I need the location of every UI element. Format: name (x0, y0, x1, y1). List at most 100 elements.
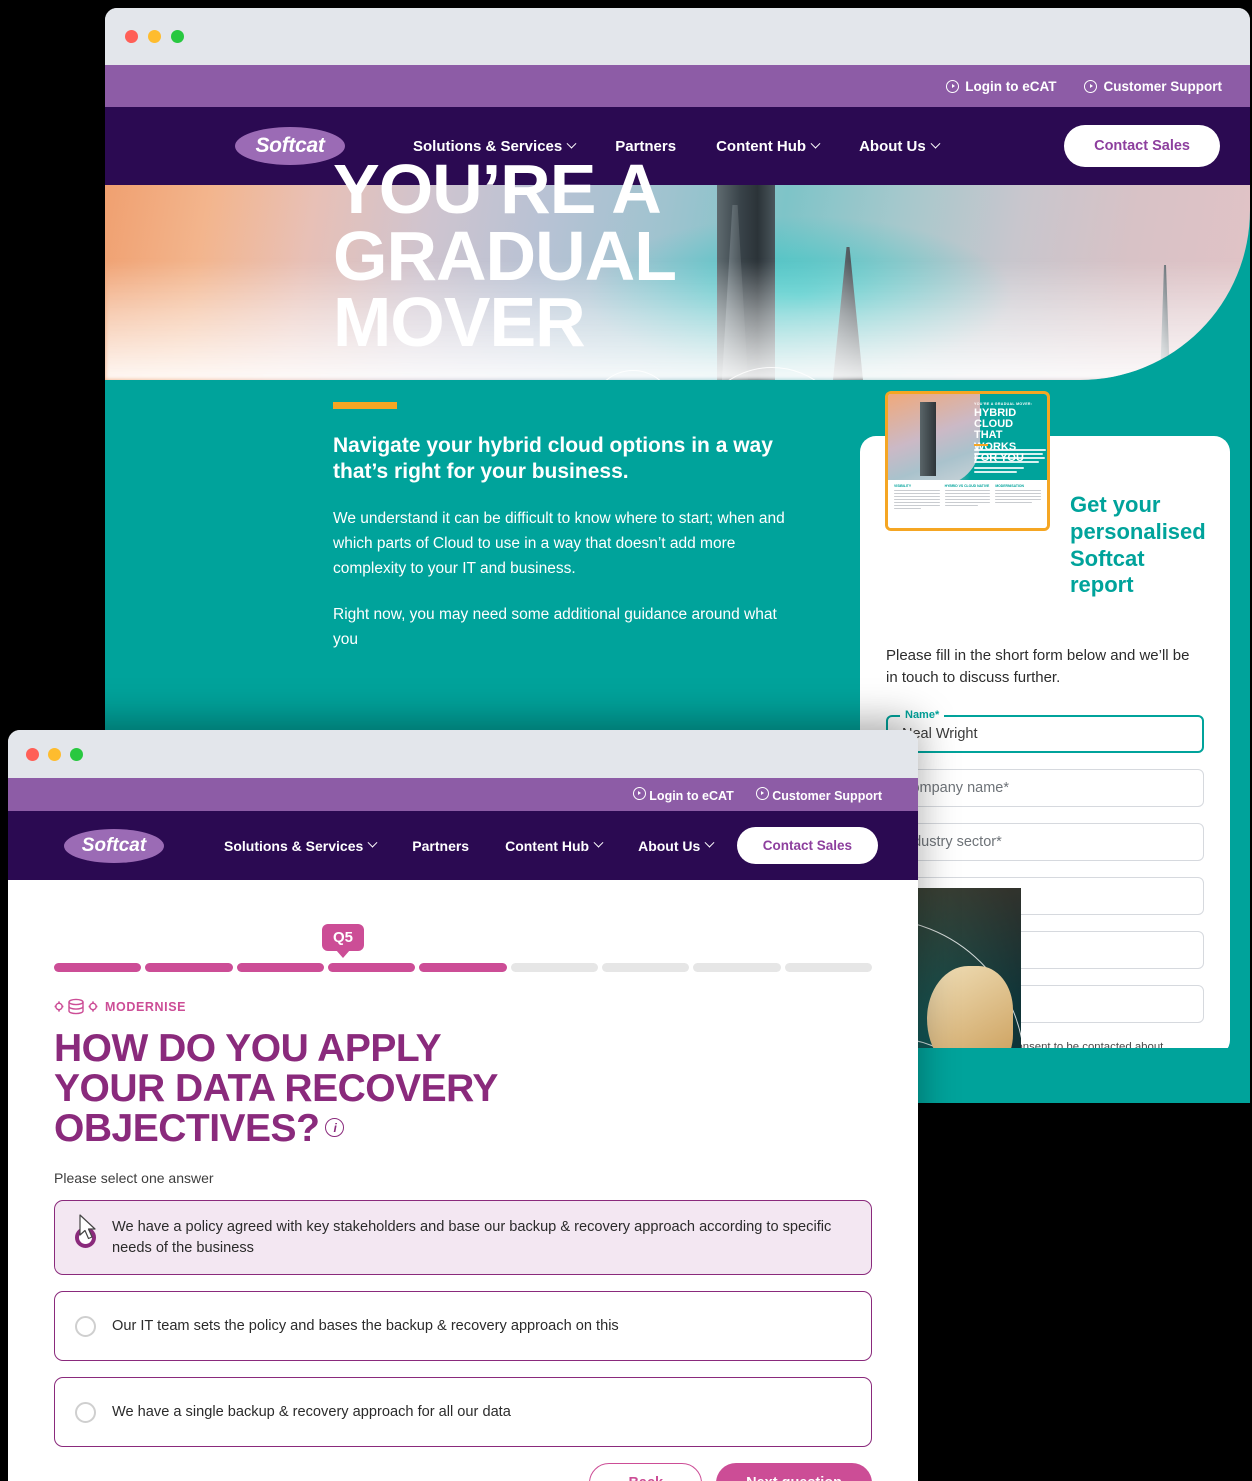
minimize-button[interactable] (148, 30, 161, 43)
chevron-down-icon (930, 138, 941, 149)
report-heading-line3: Softcat report (1070, 545, 1145, 598)
report-intro-text: Please fill in the short form below and … (886, 647, 1190, 687)
brochure-column: VISIBILITY (894, 484, 940, 524)
hero-paragraph-2: Right now, you may need some additional … (333, 606, 777, 649)
nav-links: Solutions & Services Partners Content Hu… (224, 837, 715, 854)
nav-item-content-hub[interactable]: Content Hub (505, 837, 604, 854)
hero-heading-line1: YOU’RE A (333, 150, 662, 228)
nav-label: Content Hub (716, 137, 807, 155)
progress-segment (510, 963, 598, 972)
radio-button[interactable] (75, 1227, 96, 1249)
nav-label: About Us (638, 837, 701, 854)
minimize-button[interactable] (48, 747, 61, 761)
nav-item-content-hub[interactable]: Content Hub (716, 137, 821, 155)
chevron-down-icon (566, 138, 577, 149)
softcat-logo[interactable]: Softcat (235, 127, 345, 165)
play-circle-icon (946, 79, 960, 93)
report-heading: Get your personalised Softcat report (1070, 480, 1206, 599)
nav-item-partners[interactable]: Partners (412, 838, 469, 854)
login-to-ecat-label: Login to eCAT (965, 78, 1057, 94)
brochure-accent-rule (974, 444, 988, 446)
login-to-ecat-link[interactable]: Login to eCAT (946, 79, 1056, 94)
customer-support-label: Customer Support (1103, 78, 1222, 94)
chevron-down-icon (593, 837, 604, 848)
screenshot-stage: Login to eCAT Customer Support Softcat S… (0, 0, 1252, 1481)
radio-button[interactable] (75, 1315, 96, 1337)
brochure-columns: VISIBILITY HYBRID VS CLOUD NATIVE MODERN… (888, 480, 1047, 528)
hero-subheading: Navigate your hybrid cloud options in a … (333, 433, 773, 483)
window2-main-nav: Softcat Solutions & Services Partners Co… (8, 811, 918, 880)
progress-bar (54, 963, 872, 972)
question-line1: HOW DO YOU APPLY (54, 1027, 442, 1070)
question-line3: OBJECTIVES? (54, 1106, 320, 1150)
nav-label: Content Hub (505, 837, 590, 854)
contact-sales-button[interactable]: Contact Sales (1064, 125, 1220, 167)
maximize-button[interactable] (171, 30, 184, 43)
quiz-progress: Q5 (54, 924, 872, 976)
name-field[interactable]: Name* Neal Wright (886, 708, 1204, 753)
back-button[interactable]: Back (589, 1463, 703, 1481)
login-to-ecat-link[interactable]: Login to eCAT (632, 786, 734, 803)
hero-heading-line3: MOVER (333, 283, 586, 361)
close-button[interactable] (26, 747, 39, 761)
quiz-button-row: Back Next question (54, 1463, 872, 1481)
quiz-category-row: MODERNISE (54, 998, 872, 1015)
progress-segment (145, 963, 233, 972)
progress-segment (419, 963, 507, 972)
softcat-logo[interactable]: Softcat (64, 828, 164, 863)
info-icon[interactable]: i (325, 1118, 345, 1138)
quiz-panel: Q5 MODERNISE HOW DO YOU APPLY YOUR DATA … (8, 880, 918, 1481)
next-question-button[interactable]: Next question (716, 1463, 872, 1481)
brochure-body-lines (974, 449, 1046, 475)
brochure-column: HYBRID VS CLOUD NATIVE (944, 484, 991, 524)
name-field-label: Name* (900, 708, 945, 721)
quiz-option-2-label: Our IT team sets the policy and bases th… (112, 1317, 619, 1334)
brochure-column-heading: HYBRID VS CLOUD NATIVE (944, 484, 990, 488)
chevron-down-icon (367, 837, 378, 848)
play-circle-icon (1084, 79, 1098, 93)
play-circle-icon (632, 786, 646, 800)
brochure-column-heading: VISIBILITY (894, 484, 912, 488)
play-circle-icon (755, 786, 769, 800)
maximize-button[interactable] (70, 747, 83, 761)
report-heading-line2: personalised (1070, 518, 1206, 544)
question-line3-wrap: OBJECTIVES? i (54, 1106, 872, 1150)
question-number-badge: Q5 (322, 924, 365, 951)
hero-copy: YOU’RE A GRADUAL MOVER Navigate your hyb… (333, 150, 803, 653)
nav-label: Partners (412, 837, 470, 854)
progress-segment (236, 963, 324, 972)
browser-window-quiz: Login to eCAT Customer Support Softcat S… (8, 730, 918, 1481)
hero-accent-rule (333, 401, 397, 409)
quiz-option-1[interactable]: We have a policy agreed with key stakeho… (54, 1200, 872, 1276)
brochure-kicker: YOU’RE A GRADUAL MOVER: (974, 402, 1033, 406)
progress-segment (327, 963, 416, 972)
question-line2: YOUR DATA RECOVERY (54, 1066, 498, 1110)
quiz-select-hint: Please select one answer (54, 1170, 214, 1187)
chevron-down-icon (810, 138, 821, 149)
brochure-thumbnail: YOU’RE A GRADUAL MOVER: HYBRID CLOUD THA… (885, 391, 1050, 531)
customer-support-label: Customer Support (772, 788, 882, 803)
nav-label: About Us (859, 137, 926, 155)
quiz-option-2[interactable]: Our IT team sets the policy and bases th… (54, 1291, 872, 1362)
nav-item-about-us[interactable]: About Us (638, 837, 715, 854)
brochure-column-heading: MODERNISATION (995, 484, 1024, 488)
company-name-field[interactable]: Company name* (886, 768, 1204, 807)
radio-button[interactable] (75, 1401, 96, 1423)
quiz-option-3[interactable]: We have a single backup & recovery appro… (54, 1377, 872, 1448)
brochure-title-line1: HYBRID CLOUD (974, 407, 1017, 431)
industry-sector-field[interactable]: Industry sector* (886, 822, 1204, 861)
report-heading-line1: Get your (1070, 492, 1161, 517)
nav-item-solutions-services[interactable]: Solutions & Services (224, 837, 378, 854)
nav-item-about-us[interactable]: About Us (859, 137, 941, 155)
brochure-top: YOU’RE A GRADUAL MOVER: HYBRID CLOUD THA… (888, 394, 1047, 486)
close-button[interactable] (125, 30, 138, 43)
hero-heading-line2: GRADUAL (333, 216, 677, 295)
customer-support-link[interactable]: Customer Support (1084, 79, 1222, 94)
customer-support-link[interactable]: Customer Support (755, 786, 882, 803)
quiz-option-1-label: We have a policy agreed with key stakeho… (112, 1219, 832, 1256)
chevron-down-icon (704, 837, 715, 848)
quiz-category-label: MODERNISE (105, 999, 187, 1014)
brochure-photo (888, 394, 980, 486)
window2-titlebar (8, 730, 918, 778)
contact-sales-button[interactable]: Contact Sales (736, 827, 878, 864)
